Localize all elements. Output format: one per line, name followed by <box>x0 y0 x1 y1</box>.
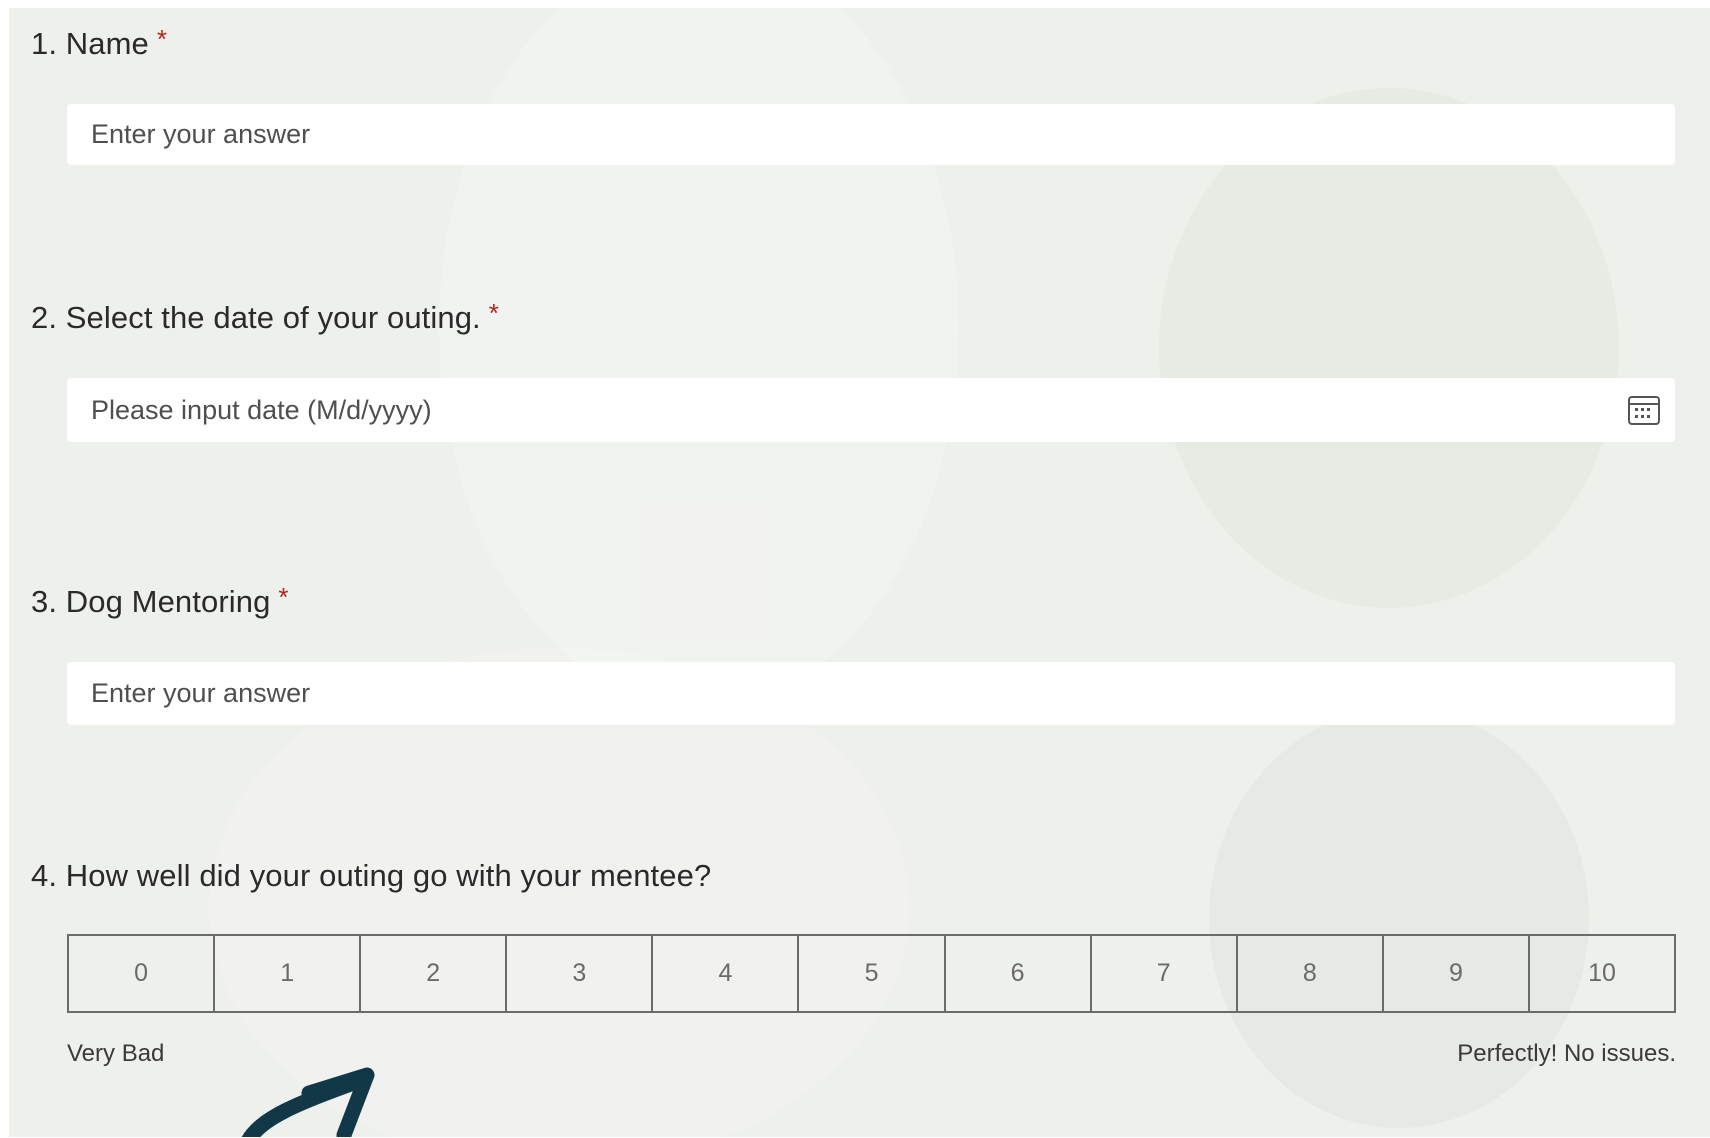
question-text: Dog Mentoring <box>65 584 271 619</box>
rating-option-6[interactable]: 6 <box>946 936 1092 1011</box>
date-input[interactable] <box>91 394 1675 426</box>
rating-option-10[interactable]: 10 <box>1530 936 1674 1011</box>
required-marker: * <box>278 582 289 612</box>
question-text: Name <box>65 26 149 61</box>
question-text: Select the date of your outing. <box>65 300 481 335</box>
required-marker: * <box>156 24 168 54</box>
question-4-title: 4. How well did your outing go with your… <box>31 858 711 894</box>
question-3-title: 3. Dog Mentoring * <box>31 582 289 620</box>
rating-option-8[interactable]: 8 <box>1238 936 1384 1011</box>
form-body: 1. Name* 2. Select the date of your outi… <box>9 8 1710 1137</box>
rating-option-3[interactable]: 3 <box>507 936 654 1011</box>
question-2-title: 2. Select the date of your outing. * <box>31 298 499 336</box>
dog-mentoring-input[interactable] <box>91 678 1675 709</box>
dog-mentoring-input-box[interactable] <box>67 662 1675 725</box>
question-number: 1. <box>31 26 58 61</box>
name-input-box[interactable] <box>67 104 1675 165</box>
question-text: How well did your outing go with your me… <box>65 858 712 893</box>
question-number: 4. <box>31 858 58 893</box>
required-marker: * <box>488 298 499 328</box>
rating-low-label: Very Bad <box>67 1040 165 1067</box>
calendar-icon[interactable] <box>1627 393 1661 427</box>
arrow-icon <box>241 1067 375 1137</box>
question-number: 3. <box>31 584 58 619</box>
question-1-title: 1. Name * <box>31 24 168 62</box>
rating-scale: 0 1 2 3 4 5 6 7 8 9 10 <box>67 934 1676 1013</box>
rating-option-0[interactable]: 0 <box>69 936 216 1011</box>
rating-option-9[interactable]: 9 <box>1384 936 1530 1011</box>
rating-option-2[interactable]: 2 <box>361 936 508 1011</box>
background-shape <box>1159 88 1619 608</box>
date-input-box[interactable] <box>67 378 1675 442</box>
rating-high-label: Perfectly! No issues. <box>1457 1040 1676 1067</box>
rating-option-1[interactable]: 1 <box>215 936 362 1011</box>
rating-option-7[interactable]: 7 <box>1092 936 1238 1011</box>
rating-option-5[interactable]: 5 <box>799 936 946 1011</box>
name-input[interactable] <box>91 119 1675 150</box>
question-number: 2. <box>31 300 58 335</box>
rating-option-4[interactable]: 4 <box>653 936 800 1011</box>
